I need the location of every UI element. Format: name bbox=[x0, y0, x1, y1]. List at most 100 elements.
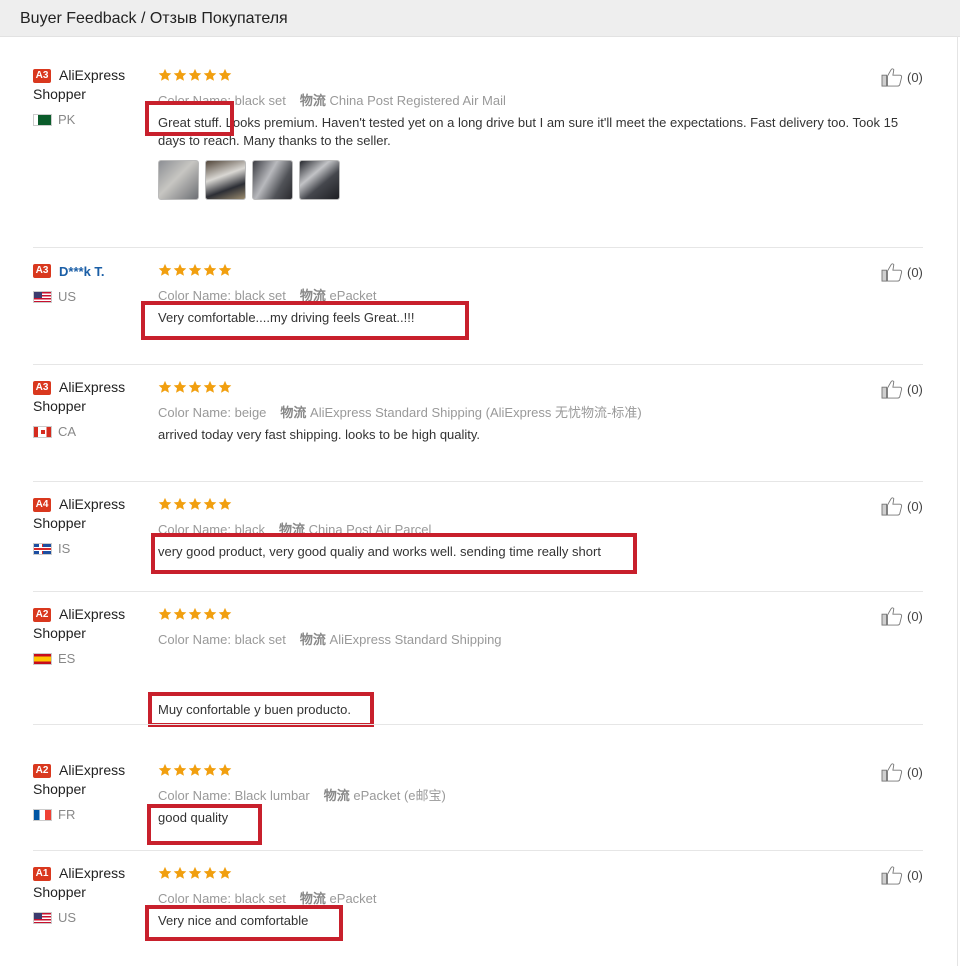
review-photos bbox=[158, 160, 346, 200]
thumbs-up-icon bbox=[881, 763, 903, 782]
buyer-name: AliExpress Shopper bbox=[33, 606, 126, 641]
thumbs-up-icon bbox=[881, 263, 903, 282]
order-info: Color Name: black set 物流 AliExpress Stand… bbox=[158, 629, 502, 648]
star-icon bbox=[203, 497, 217, 510]
star-icon bbox=[158, 263, 172, 276]
shipping-value: China Post Registered Air Mail bbox=[329, 93, 506, 108]
buyer-name[interactable]: D***k T. bbox=[33, 262, 133, 281]
color-label: Color Name: bbox=[158, 632, 231, 647]
star-icon bbox=[203, 866, 217, 879]
star-icon bbox=[188, 607, 202, 620]
highlight-box bbox=[148, 692, 374, 727]
shipping-label: 物流 bbox=[280, 405, 307, 420]
star-icon bbox=[203, 68, 217, 81]
highlight-box bbox=[145, 101, 234, 136]
star-icon bbox=[203, 763, 217, 776]
star-icon bbox=[173, 263, 187, 276]
buyer-country: US bbox=[58, 910, 77, 925]
star-icon bbox=[173, 497, 187, 510]
helpful-button[interactable]: (0) bbox=[881, 496, 926, 516]
shipping-value: AliExpress Standard Shipping (AliExpress… bbox=[310, 405, 642, 420]
star-icon bbox=[158, 763, 172, 776]
star-rating bbox=[158, 497, 233, 511]
buyer-country: ES bbox=[58, 651, 76, 666]
shipping-label: 物流 bbox=[323, 788, 350, 803]
buyer-country: FR bbox=[58, 807, 76, 822]
star-icon bbox=[188, 497, 202, 510]
helpful-button[interactable]: (0) bbox=[881, 865, 926, 885]
helpful-count: (0) bbox=[907, 382, 923, 397]
helpful-button[interactable]: (0) bbox=[881, 262, 926, 282]
buyer-name: AliExpress Shopper bbox=[33, 865, 126, 900]
highlight-box bbox=[145, 905, 343, 941]
star-icon bbox=[158, 866, 172, 879]
divider bbox=[33, 591, 923, 592]
flag-icon bbox=[33, 426, 52, 438]
shipping-label: 物流 bbox=[299, 891, 326, 906]
highlight-box bbox=[151, 533, 637, 574]
flag-icon bbox=[33, 653, 52, 665]
star-rating bbox=[158, 866, 233, 880]
helpful-button[interactable]: (0) bbox=[881, 379, 926, 399]
color-label: Color Name: bbox=[158, 405, 231, 420]
star-icon bbox=[173, 607, 187, 620]
divider bbox=[33, 364, 923, 365]
order-info: Color Name: beige 物流 AliExpress Standard … bbox=[158, 402, 642, 421]
divider bbox=[33, 850, 923, 851]
shipping-value: ePacket bbox=[329, 891, 377, 906]
divider bbox=[33, 481, 923, 482]
color-label: Color Name: bbox=[158, 891, 231, 906]
star-rating bbox=[158, 380, 233, 394]
review-photo[interactable] bbox=[158, 160, 199, 200]
review-text: arrived today very fast shipping. looks … bbox=[158, 427, 481, 442]
buyer-name: AliExpress Shopper bbox=[33, 762, 126, 797]
star-rating bbox=[158, 607, 233, 621]
shipping-value: ePacket (e邮宝) bbox=[353, 788, 446, 803]
star-icon bbox=[158, 68, 172, 81]
review-photo[interactable] bbox=[205, 160, 246, 200]
flag-icon bbox=[33, 543, 52, 555]
star-icon bbox=[173, 68, 187, 81]
review-photo[interactable] bbox=[252, 160, 293, 200]
helpful-button[interactable]: (0) bbox=[881, 762, 926, 782]
highlight-box bbox=[147, 804, 262, 845]
star-icon bbox=[173, 763, 187, 776]
helpful-count: (0) bbox=[907, 765, 923, 780]
star-icon bbox=[188, 763, 202, 776]
buyer-country: CA bbox=[58, 424, 77, 439]
shipping-label: 物流 bbox=[299, 632, 326, 647]
star-icon bbox=[203, 607, 217, 620]
review-photo[interactable] bbox=[299, 160, 340, 200]
star-icon bbox=[218, 263, 232, 276]
flag-icon bbox=[33, 912, 52, 924]
helpful-button[interactable]: (0) bbox=[881, 67, 926, 87]
flag-icon bbox=[33, 809, 52, 821]
review-text: good quality bbox=[158, 810, 229, 825]
color-value: black set bbox=[234, 93, 286, 108]
thumbs-up-icon bbox=[881, 380, 903, 399]
buyer-name: AliExpress Shopper bbox=[33, 379, 126, 414]
star-icon bbox=[218, 607, 232, 620]
buyer-country: IS bbox=[58, 541, 71, 556]
helpful-button[interactable]: (0) bbox=[881, 606, 926, 626]
star-icon bbox=[173, 866, 187, 879]
order-info: Color Name: Black lumbar 物流 ePacket (e邮宝) bbox=[158, 785, 446, 804]
color-label: Color Name: bbox=[158, 788, 231, 803]
helpful-count: (0) bbox=[907, 499, 923, 514]
star-icon bbox=[218, 497, 232, 510]
feedback-header: Buyer Feedback / Отзыв Покупателя bbox=[0, 0, 960, 37]
buyer-country: PK bbox=[58, 112, 76, 127]
star-icon bbox=[218, 380, 232, 393]
star-rating bbox=[158, 763, 233, 777]
star-icon bbox=[188, 68, 202, 81]
divider bbox=[33, 247, 923, 248]
flag-icon bbox=[33, 291, 52, 303]
star-icon bbox=[203, 263, 217, 276]
color-value: black set bbox=[234, 891, 286, 906]
star-icon bbox=[218, 763, 232, 776]
buyer-name: AliExpress Shopper bbox=[33, 496, 126, 531]
review-text: Great stuff. Looks premium. Haven't test… bbox=[158, 115, 899, 148]
star-icon bbox=[188, 866, 202, 879]
thumbs-up-icon bbox=[881, 497, 903, 516]
helpful-count: (0) bbox=[907, 70, 923, 85]
